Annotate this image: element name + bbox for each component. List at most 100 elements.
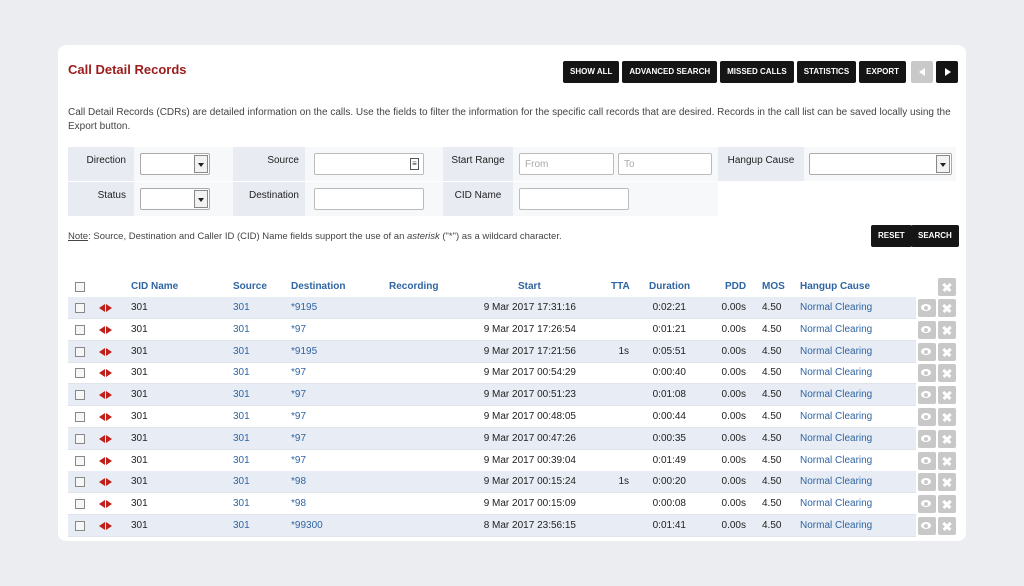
destination-link[interactable]: *98 xyxy=(291,498,306,509)
view-record-icon[interactable] xyxy=(918,429,936,448)
delete-record-icon[interactable] xyxy=(938,408,956,426)
hangup-cause-link[interactable]: Normal Clearing xyxy=(800,498,872,509)
start-range-from-input[interactable]: From xyxy=(519,153,614,175)
header-mos[interactable]: MOS xyxy=(762,281,785,292)
source-link[interactable]: 301 xyxy=(233,346,250,357)
row-checkbox[interactable] xyxy=(75,433,85,444)
row-checkbox[interactable] xyxy=(75,368,85,379)
search-button[interactable]: SEARCH xyxy=(911,225,959,247)
source-link[interactable]: 301 xyxy=(233,520,250,531)
hangup-cause-link[interactable]: Normal Clearing xyxy=(800,455,872,466)
hangup-cause-link[interactable]: Normal Clearing xyxy=(800,367,872,378)
source-link[interactable]: 301 xyxy=(233,324,250,335)
hangup-cause-link[interactable]: Normal Clearing xyxy=(800,411,872,422)
row-checkbox[interactable] xyxy=(75,521,85,531)
hangup-cause-link[interactable]: Normal Clearing xyxy=(800,520,872,531)
mos-cell: 4.50 xyxy=(762,345,782,357)
show-all-button[interactable]: SHOW ALL xyxy=(563,61,620,83)
delete-record-icon[interactable] xyxy=(938,517,956,535)
header-destination[interactable]: Destination xyxy=(291,281,345,292)
delete-record-icon[interactable] xyxy=(938,429,956,448)
view-record-icon[interactable] xyxy=(918,473,936,492)
delete-record-icon[interactable] xyxy=(938,386,956,405)
header-duration[interactable]: Duration xyxy=(649,281,690,292)
header-tta[interactable]: TTA xyxy=(611,281,630,292)
source-link[interactable]: 301 xyxy=(233,433,250,444)
contacts-icon[interactable]: ≡ xyxy=(410,158,419,170)
header-pdd[interactable]: PDD xyxy=(725,281,746,292)
source-link[interactable]: 301 xyxy=(233,498,250,509)
direction-select[interactable] xyxy=(140,153,210,175)
row-checkbox[interactable] xyxy=(75,390,85,401)
source-link[interactable]: 301 xyxy=(233,455,250,466)
reset-button[interactable]: RESET xyxy=(871,225,912,247)
view-record-icon[interactable] xyxy=(918,342,936,361)
missed-calls-button[interactable]: MISSED CALLS xyxy=(720,61,794,83)
source-input[interactable]: ≡ xyxy=(314,153,424,175)
view-record-icon[interactable] xyxy=(918,408,936,426)
hangup-cause-link[interactable]: Normal Clearing xyxy=(800,389,872,400)
hangup-cause-link[interactable]: Normal Clearing xyxy=(800,433,872,444)
destination-link[interactable]: *98 xyxy=(291,476,306,487)
source-link[interactable]: 301 xyxy=(233,411,250,422)
statistics-button[interactable]: STATISTICS xyxy=(796,61,857,83)
header-start[interactable]: Start xyxy=(518,281,541,292)
header-cid-name[interactable]: CID Name xyxy=(131,281,178,292)
source-link[interactable]: 301 xyxy=(233,367,250,378)
source-link[interactable]: 301 xyxy=(233,389,250,400)
view-record-icon[interactable] xyxy=(918,320,936,339)
source-link[interactable]: 301 xyxy=(233,476,250,487)
hangup-cause-link[interactable]: Normal Clearing xyxy=(800,324,872,335)
hangup-cause-link[interactable]: Normal Clearing xyxy=(800,346,872,357)
previous-page-icon[interactable] xyxy=(911,61,933,83)
cid-name-input[interactable] xyxy=(519,188,629,210)
delete-record-icon[interactable] xyxy=(938,364,956,383)
destination-link[interactable]: *97 xyxy=(291,455,306,466)
row-checkbox[interactable] xyxy=(75,324,85,335)
header-hangup-cause[interactable]: Hangup Cause xyxy=(800,281,870,292)
delete-record-icon[interactable] xyxy=(938,495,956,514)
destination-input[interactable] xyxy=(314,188,424,210)
header-recording[interactable]: Recording xyxy=(389,281,438,292)
row-checkbox[interactable] xyxy=(75,477,85,488)
destination-link[interactable]: *97 xyxy=(291,324,306,335)
destination-link[interactable]: *99300 xyxy=(291,520,323,531)
duration-cell: 0:01:49 xyxy=(652,454,686,466)
export-button[interactable]: EXPORT xyxy=(859,61,907,83)
destination-link[interactable]: *9195 xyxy=(291,302,317,313)
destination-link[interactable]: *97 xyxy=(291,411,306,422)
row-checkbox[interactable] xyxy=(75,455,85,466)
delete-record-icon[interactable] xyxy=(938,451,956,470)
hangup-cause-link[interactable]: Normal Clearing xyxy=(800,302,872,313)
destination-link[interactable]: *9195 xyxy=(291,346,317,357)
view-record-icon[interactable] xyxy=(918,299,936,317)
delete-record-icon[interactable] xyxy=(938,320,956,339)
source-link[interactable]: 301 xyxy=(233,302,250,313)
pdd-cell: 0.00s xyxy=(721,323,746,335)
next-page-icon[interactable] xyxy=(936,61,958,83)
hangup-cause-select[interactable] xyxy=(809,153,952,175)
view-record-icon[interactable] xyxy=(918,495,936,514)
select-all-checkbox[interactable] xyxy=(75,282,85,292)
row-checkbox[interactable] xyxy=(75,499,85,510)
row-checkbox[interactable] xyxy=(75,346,85,357)
hangup-cause-link[interactable]: Normal Clearing xyxy=(800,476,872,487)
start-range-to-input[interactable]: To xyxy=(618,153,712,175)
header-source[interactable]: Source xyxy=(233,281,267,292)
row-checkbox[interactable] xyxy=(75,412,85,422)
view-record-icon[interactable] xyxy=(918,517,936,535)
delete-record-icon[interactable] xyxy=(938,473,956,492)
row-checkbox[interactable] xyxy=(75,303,85,313)
delete-all-icon[interactable] xyxy=(938,278,956,296)
status-select[interactable] xyxy=(140,188,210,210)
advanced-search-button[interactable]: ADVANCED SEARCH xyxy=(622,61,718,83)
destination-link[interactable]: *97 xyxy=(291,433,306,444)
destination-link[interactable]: *97 xyxy=(291,389,306,400)
delete-record-icon[interactable] xyxy=(938,342,956,361)
start-cell: 9 Mar 2017 00:48:05 xyxy=(483,411,576,422)
delete-record-icon[interactable] xyxy=(938,299,956,317)
destination-link[interactable]: *97 xyxy=(291,367,306,378)
view-record-icon[interactable] xyxy=(918,364,936,383)
view-record-icon[interactable] xyxy=(918,451,936,470)
view-record-icon[interactable] xyxy=(918,386,936,405)
